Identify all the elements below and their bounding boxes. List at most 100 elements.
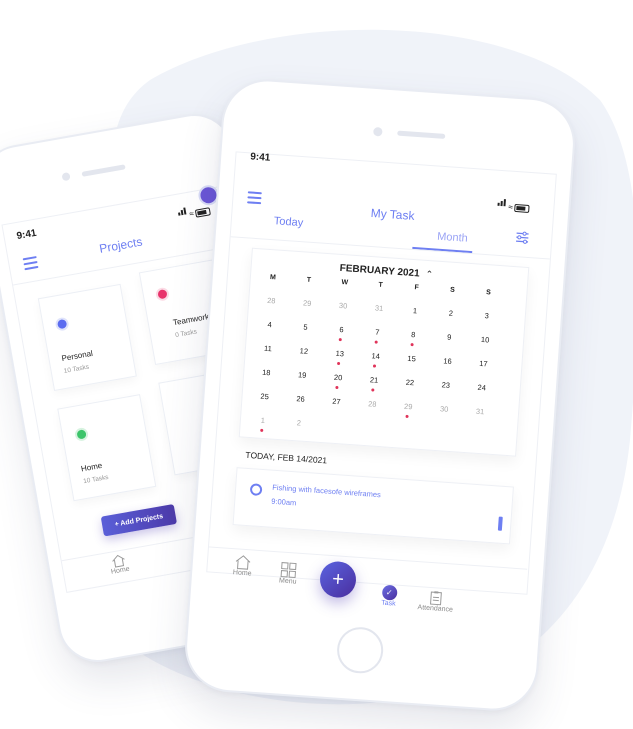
calendar-day[interactable]: 5 <box>295 322 316 332</box>
speaker-grille <box>81 164 126 177</box>
event-dot <box>335 385 339 390</box>
project-color-dot <box>157 289 168 300</box>
event-dot <box>338 337 342 342</box>
calendar-day[interactable]: 29 <box>398 401 419 412</box>
event-dot <box>371 388 375 392</box>
calendar-day[interactable]: 16 <box>437 356 458 366</box>
calendar-day[interactable]: 15 <box>401 353 422 364</box>
weekday-header: W <box>341 279 349 287</box>
task-accent-bar <box>497 516 503 531</box>
calendar-day[interactable]: 24 <box>471 382 492 393</box>
project-color-dot <box>56 318 68 330</box>
calendar-day[interactable]: 17 <box>473 358 494 369</box>
battery-icon <box>514 203 531 213</box>
task-time: 9:00am <box>271 496 297 508</box>
calendar-day[interactable]: 26 <box>290 394 311 404</box>
weekday-header: T <box>306 276 312 284</box>
calendar-day[interactable]: 31 <box>369 303 390 313</box>
calendar-day[interactable]: 31 <box>470 406 491 417</box>
calendar-day[interactable]: 28 <box>261 296 282 306</box>
project-task-count: 0 Tasks <box>174 328 198 340</box>
status-time: 9:41 <box>15 227 38 243</box>
event-dot <box>405 414 409 419</box>
grid-icon <box>280 562 297 579</box>
calendar-day[interactable]: 1 <box>253 415 274 425</box>
project-color-dot <box>76 429 87 440</box>
calendar-day[interactable]: 8 <box>403 329 424 339</box>
calendar-day[interactable]: 13 <box>330 348 351 359</box>
task-title: Fishing with facesofe wireframes <box>271 482 382 500</box>
calendar-day[interactable]: 27 <box>326 396 347 407</box>
status-icons: ≈ <box>497 193 531 213</box>
weekday-header: S <box>449 286 456 294</box>
front-camera <box>61 172 71 182</box>
task-card[interactable]: Fishing with facesofe wireframes 9:00am <box>232 467 514 545</box>
wifi-icon: ≈ <box>508 202 514 212</box>
calendar-day[interactable]: 29 <box>297 298 318 308</box>
my-task-screen: 9:41 ≈ My Task Today Month FEBRUARY 2021… <box>206 151 557 595</box>
clipboard-icon <box>430 591 442 606</box>
weekday-header: F <box>414 284 419 292</box>
nav-home[interactable]: Home <box>98 551 141 578</box>
calendar-day[interactable]: 14 <box>365 351 386 361</box>
project-name: Personal <box>60 348 94 364</box>
event-dot <box>372 364 377 368</box>
calendar-day[interactable]: 19 <box>292 370 313 380</box>
calendar-grid: M T W T F S S 28 29 30 31 1 2 3 4 5 6 7 8 9 10 11 12 13 14 15 16 17… <box>250 271 517 448</box>
calendar-day[interactable]: 21 <box>364 375 385 385</box>
project-card-home[interactable]: Home 10 Tasks <box>57 394 157 502</box>
today-date-label: TODAY, FEB 14/2021 <box>245 449 328 466</box>
nav-menu-label: Menu <box>278 577 297 586</box>
add-projects-button[interactable]: + Add Projects <box>100 503 178 537</box>
calendar-day[interactable]: 9 <box>439 332 460 342</box>
calendar-day[interactable]: 11 <box>258 343 279 354</box>
plus-icon: + <box>331 567 345 591</box>
calendar-day[interactable]: 2 <box>289 418 310 428</box>
calendar-day[interactable]: 3 <box>476 311 497 321</box>
weekday-header: M <box>269 274 277 282</box>
wifi-icon: ≈ <box>188 209 195 219</box>
nav-attendance-label: Attendance <box>417 604 454 614</box>
calendar-day[interactable]: 20 <box>328 372 349 383</box>
calendar-day[interactable]: 7 <box>367 327 388 337</box>
calendar-day[interactable]: 6 <box>331 324 352 334</box>
project-name: Home <box>80 460 103 474</box>
task-checkbox[interactable] <box>249 483 263 496</box>
calendar-day[interactable]: 18 <box>256 367 277 378</box>
battery-icon <box>195 207 212 218</box>
nav-menu[interactable]: Menu <box>268 561 310 587</box>
calendar-card: FEBRUARY 2021 ⌃ M T W T F S S 28 29 30 31 1 2 3 4 5 6 7 8 9… <box>238 247 530 457</box>
home-icon <box>235 555 251 570</box>
signal-icon <box>176 201 188 220</box>
tab-month[interactable]: Month <box>437 231 468 245</box>
signal-icon <box>497 193 507 212</box>
calendar-day[interactable]: 23 <box>436 380 457 390</box>
event-dot <box>374 340 378 344</box>
project-card-personal[interactable]: Personal 10 Tasks <box>37 283 137 391</box>
home-button[interactable] <box>335 625 385 675</box>
calendar-day[interactable]: 30 <box>434 404 455 414</box>
nav-task-label: Task <box>381 599 396 608</box>
calendar-day[interactable]: 4 <box>259 319 280 329</box>
project-task-count: 10 Tasks <box>63 363 90 375</box>
calendar-day[interactable]: 22 <box>400 377 421 388</box>
calendar-day[interactable]: 2 <box>441 308 462 318</box>
nav-task[interactable]: ✓ Task <box>370 584 407 608</box>
status-time: 9:41 <box>249 151 271 164</box>
filter-icon[interactable] <box>515 230 530 245</box>
nav-attendance[interactable]: Attendance <box>410 589 461 614</box>
nav-home[interactable]: Home <box>222 553 263 578</box>
project-task-count: 10 Tasks <box>82 473 110 486</box>
calendar-day[interactable]: 25 <box>254 391 275 402</box>
calendar-day[interactable]: 1 <box>405 306 426 316</box>
nav-home-label: Home <box>232 569 252 578</box>
calendar-day[interactable]: 10 <box>475 335 496 345</box>
tab-today[interactable]: Today <box>273 215 303 229</box>
event-dot <box>410 343 414 347</box>
chevron-up-icon[interactable]: ⌃ <box>425 269 433 280</box>
my-task-phone: 9:41 ≈ My Task Today Month FEBRUARY 2021… <box>182 76 578 714</box>
calendar-day[interactable]: 28 <box>362 399 383 409</box>
calendar-day[interactable]: 12 <box>294 346 315 356</box>
calendar-day[interactable]: 30 <box>333 301 354 311</box>
speaker-grille <box>397 130 446 139</box>
